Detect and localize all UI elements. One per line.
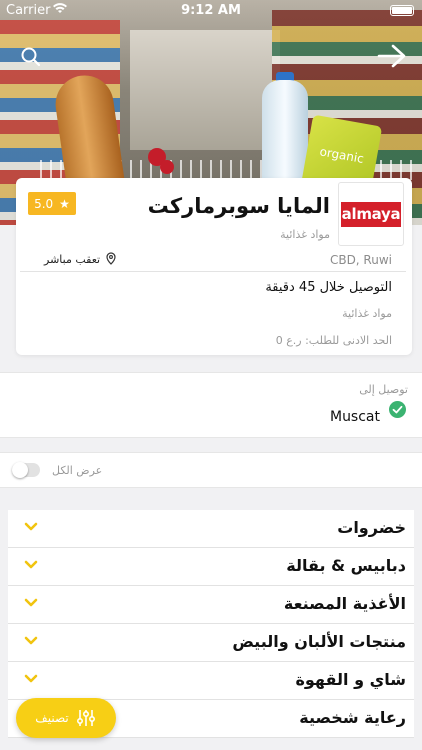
delivery-time: التوصيل خلال 45 دقيقة [265, 280, 392, 295]
category-row[interactable]: شاي و القهوة [8, 662, 414, 700]
banner-berry [160, 160, 174, 174]
card-divider [20, 271, 406, 272]
show-all-toggle[interactable] [12, 462, 40, 478]
store-logo: almaya [338, 182, 404, 246]
star-icon: ★ [59, 196, 70, 211]
chevron-down-icon [24, 636, 38, 645]
store-location: CBD, Ruwi [329, 253, 392, 267]
delivery-location-section[interactable]: توصيل إلى Muscat [0, 372, 422, 438]
search-icon [21, 47, 41, 67]
banner-organic-label: organic [318, 144, 365, 166]
live-tracking-link[interactable]: تعقب مباشر [44, 252, 118, 266]
category-row[interactable]: الأغذية المصنعة [8, 586, 414, 624]
category-title: منتجات الألبان والبيض [232, 632, 406, 651]
store-info-card: almaya المايا سوبرماركت مواد غذائية 5.0 … [16, 178, 412, 355]
chevron-down-icon [24, 598, 38, 607]
rating-badge: 5.0 ★ [28, 192, 76, 215]
minimum-order: الحد الادنى للطلب: ر.ع 0 [275, 334, 392, 347]
sliders-icon [76, 710, 95, 726]
category-title: خضروات [337, 518, 406, 537]
category-title: دبابيس & بقالة [286, 556, 406, 575]
show-all-section: عرض الكل [0, 452, 422, 488]
delivery-label: توصيل إلى [359, 383, 408, 396]
back-button[interactable] [376, 42, 408, 70]
chevron-down-icon [24, 560, 38, 569]
rating-value: 5.0 [34, 196, 54, 211]
status-bar: Carrier 9:12 AM [0, 0, 422, 20]
store-category: مواد غذائية [280, 228, 330, 241]
toggle-knob [12, 462, 28, 478]
chevron-down-icon [24, 674, 38, 683]
location-pin-icon [106, 252, 116, 265]
store-logo-text: almaya [341, 201, 401, 227]
show-all-label: عرض الكل [52, 464, 103, 477]
arrow-right-icon [377, 44, 406, 68]
category-row[interactable]: منتجات الألبان والبيض [8, 624, 414, 662]
category-row[interactable]: دبابيس & بقالة [8, 548, 414, 586]
banner-aisle [130, 30, 280, 150]
category-title: الأغذية المصنعة [283, 594, 406, 613]
check-circle-icon [389, 401, 406, 418]
category-title: شاي و القهوة [295, 670, 406, 689]
live-tracking-label: تعقب مباشر [44, 252, 101, 266]
battery-icon [390, 5, 414, 16]
chevron-down-icon [24, 522, 38, 531]
filter-label: تصنيف [35, 711, 69, 725]
filter-button[interactable]: تصنيف [16, 698, 116, 738]
search-button[interactable] [18, 44, 44, 70]
category-row[interactable]: خضروات [8, 510, 414, 548]
store-name: المايا سوبرماركت [147, 194, 330, 218]
clock: 9:12 AM [181, 3, 241, 18]
category-title: رعاية شخصية [299, 708, 406, 727]
store-category-secondary: مواد غذائية [342, 307, 392, 320]
delivery-city: Muscat [329, 409, 380, 425]
